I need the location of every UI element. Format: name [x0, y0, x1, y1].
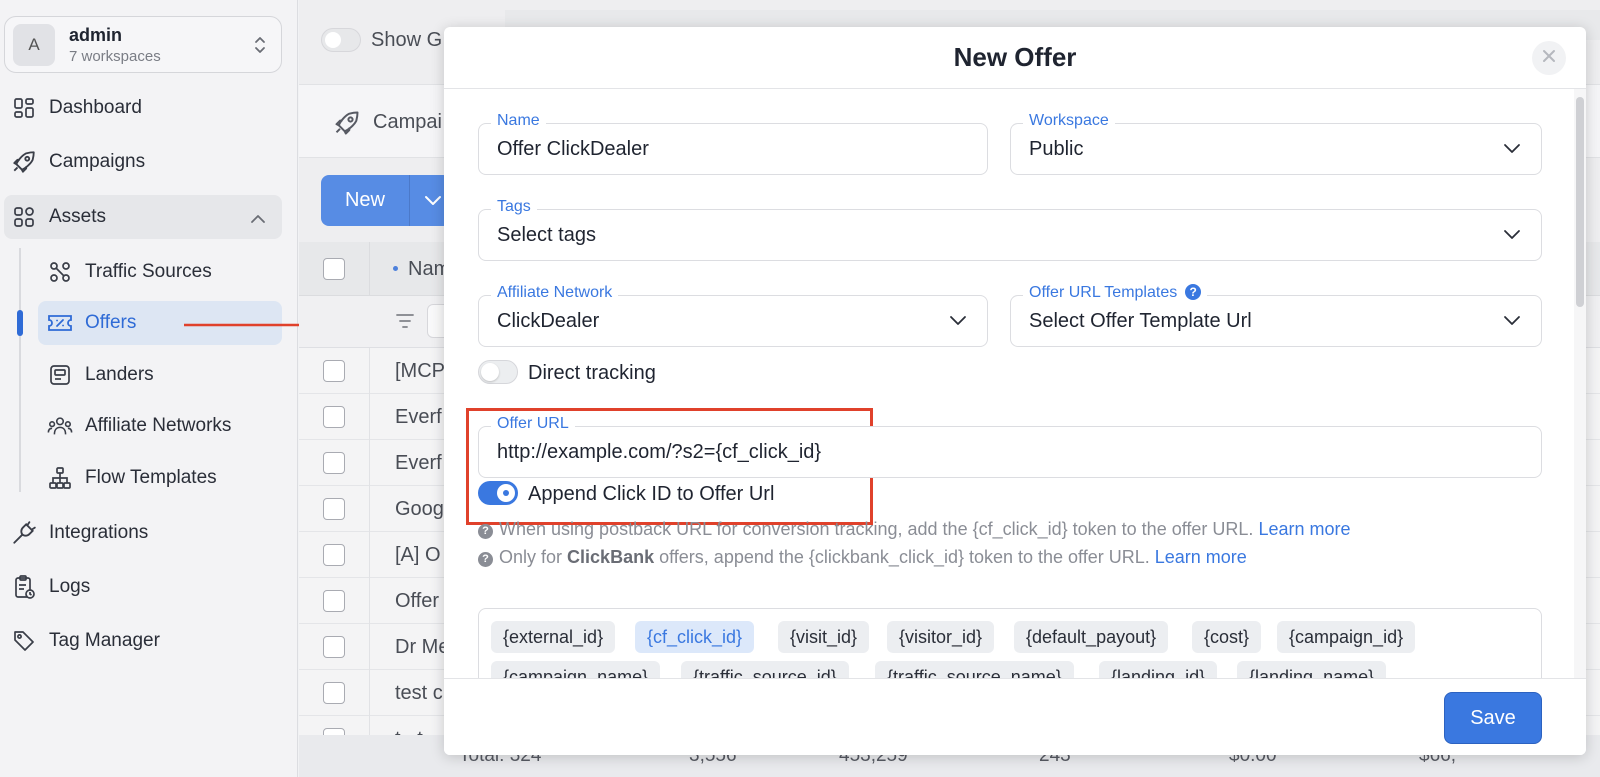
append-click-id-toggle[interactable]: [478, 481, 518, 505]
affiliate-network-select[interactable]: Affiliate Network ClickDealer: [478, 284, 988, 347]
tag-icon: [11, 628, 37, 654]
chevron-down-icon: [1503, 141, 1521, 159]
help-icon: ?: [478, 523, 493, 539]
workspace-avatar: A: [13, 23, 55, 66]
sidebar-item-affiliate-networks[interactable]: Affiliate Networks: [0, 404, 282, 448]
sidebar-item-label: Tag Manager: [49, 630, 160, 651]
workspace-select[interactable]: Workspace Public: [1010, 112, 1542, 175]
modal-header: New Offer: [444, 27, 1586, 89]
sidebar-item-label: Assets: [49, 206, 107, 227]
rocket-icon: [11, 149, 37, 175]
flow-icon: [47, 465, 73, 491]
token-chip-active[interactable]: {cf_click_id}: [635, 621, 755, 653]
sidebar-item-logs[interactable]: Logs: [0, 565, 282, 609]
offer-url-input[interactable]: Offer URL http://example.com/?s2={cf_cli…: [478, 415, 1542, 478]
token-chip[interactable]: {default_payout}: [1014, 621, 1169, 653]
direct-tracking-toggle[interactable]: [478, 360, 518, 384]
sidebar-item-label: Integrations: [49, 522, 149, 543]
close-button[interactable]: [1532, 41, 1566, 75]
people-icon: [47, 413, 73, 439]
new-offer-modal: New Offer Name Offer ClickDealer Workspa…: [444, 27, 1586, 755]
sidebar-item-assets[interactable]: Assets: [4, 195, 282, 239]
sidebar-item-tag-manager[interactable]: Tag Manager: [0, 619, 282, 663]
affiliate-network-label: Affiliate Network: [491, 284, 619, 302]
token-chip[interactable]: {visitor_id}: [887, 621, 995, 653]
affiliate-network-value: ClickDealer: [497, 310, 600, 332]
workspace-select-value: Public: [1029, 138, 1084, 160]
chevron-down-icon: [1503, 227, 1521, 245]
clipboard-icon: [11, 574, 37, 600]
sidebar-item-label: Affiliate Networks: [85, 415, 232, 436]
offer-url-label: Offer URL: [491, 415, 575, 433]
workspace-select-label: Workspace: [1023, 112, 1115, 130]
token-chip[interactable]: {cost}: [1192, 621, 1262, 653]
sidebar-item-flow-templates[interactable]: Flow Templates: [0, 456, 282, 500]
assets-icon: [11, 204, 37, 230]
save-button[interactable]: Save: [1444, 692, 1542, 744]
workspace-name: admin: [69, 24, 123, 45]
token-chip[interactable]: {campaign_id}: [1277, 621, 1416, 653]
sidebar-item-integrations[interactable]: Integrations: [0, 511, 282, 555]
sidebar-item-label: Flow Templates: [85, 467, 217, 488]
clickbank-hint: ? Only for ClickBank offers, append the {…: [478, 547, 1247, 568]
token-chip[interactable]: {external_id}: [491, 621, 616, 653]
tags-select-label: Tags: [491, 198, 537, 216]
modal-title: New Offer: [953, 42, 1077, 72]
chevron-up-icon: [250, 209, 266, 231]
sidebar-item-label: Logs: [49, 576, 91, 597]
clickbank-hint-prefix: Only for: [499, 547, 563, 567]
sidebar-item-dashboard[interactable]: Dashboard: [0, 86, 282, 130]
sidebar-item-traffic-sources[interactable]: Traffic Sources: [0, 250, 282, 294]
help-icon[interactable]: ?: [1185, 284, 1202, 300]
active-indicator: [17, 310, 23, 336]
name-field-label: Name: [491, 112, 546, 130]
modal-footer: Save: [444, 678, 1586, 755]
sidebar-item-campaigns[interactable]: Campaigns: [0, 140, 282, 184]
token-chip[interactable]: {visit_id}: [778, 621, 870, 653]
scrollbar-thumb[interactable]: [1576, 97, 1584, 307]
offer-url-template-label: Offer URL Templates?: [1023, 284, 1208, 302]
sidebar-item-label: Landers: [85, 364, 154, 385]
clickbank-hint-bold: ClickBank: [567, 547, 655, 567]
sidebar-item-label: Campaigns: [49, 151, 146, 172]
offer-url-template-label-text: Offer URL Templates: [1029, 284, 1178, 301]
tags-select-placeholder: Select tags: [497, 224, 596, 246]
workspace-switcher[interactable]: A admin 7 workspaces: [4, 16, 282, 73]
dashboard-icon: [11, 95, 37, 121]
direct-tracking-label: Direct tracking: [528, 362, 656, 384]
append-click-id-label: Append Click ID to Offer Url: [528, 483, 775, 505]
postback-hint-text: When using postback URL for conversion t…: [499, 519, 1254, 539]
sidebar: A admin 7 workspaces Dashboard Campaigns…: [0, 0, 328, 777]
name-field[interactable]: Name Offer ClickDealer: [478, 112, 988, 175]
ticket-icon: [47, 310, 73, 336]
offer-url-template-select[interactable]: Offer URL Templates? Select Offer Templa…: [1010, 284, 1542, 347]
offer-url-template-placeholder: Select Offer Template Url: [1029, 310, 1252, 332]
chevron-up-down-icon: [253, 34, 267, 61]
learn-more-link[interactable]: Learn more: [1258, 519, 1350, 539]
plug-icon: [11, 520, 37, 546]
sidebar-item-label: Traffic Sources: [85, 261, 212, 282]
sidebar-item-landers[interactable]: Landers: [0, 353, 282, 397]
sidebar-item-label: Offers: [85, 312, 137, 333]
close-icon: [1541, 48, 1557, 69]
traffic-sources-icon: [47, 259, 73, 285]
clickbank-hint-text: offers, append the {clickbank_click_id} …: [659, 547, 1150, 567]
offer-url-value: http://example.com/?s2={cf_click_id}: [497, 441, 822, 463]
name-field-value: Offer ClickDealer: [497, 138, 649, 160]
learn-more-link[interactable]: Learn more: [1155, 547, 1247, 567]
chevron-down-icon: [949, 313, 967, 331]
postback-hint: ? When using postback URL for conversion …: [478, 519, 1351, 540]
help-icon: ?: [478, 551, 493, 567]
workspace-count: 7 workspaces: [69, 47, 161, 65]
tags-select[interactable]: Tags Select tags: [478, 198, 1542, 261]
lander-icon: [47, 362, 73, 388]
chevron-down-icon: [1503, 313, 1521, 331]
sidebar-item-label: Dashboard: [49, 97, 142, 118]
